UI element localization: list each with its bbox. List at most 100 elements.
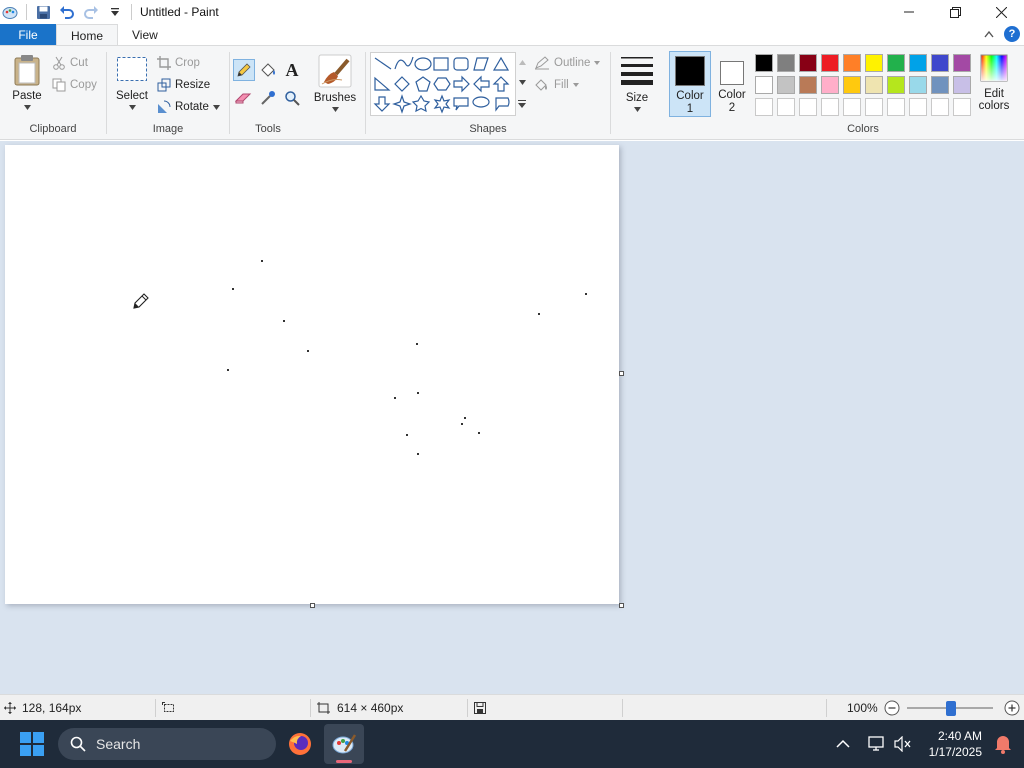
paste-button[interactable]: Paste (8, 54, 46, 110)
restore-button[interactable] (932, 0, 978, 24)
palette-swatch[interactable] (755, 76, 773, 94)
customize-quick-access-icon[interactable] (107, 4, 123, 20)
group-separator (610, 52, 611, 134)
help-icon[interactable]: ? (1004, 26, 1020, 42)
select-button[interactable]: Select (113, 56, 151, 110)
custom-color-slot[interactable] (931, 98, 949, 116)
resize-button[interactable]: Resize (157, 76, 210, 94)
custom-color-slot[interactable] (953, 98, 971, 116)
brushes-button[interactable]: Brushes (311, 54, 359, 112)
color-picker-tool[interactable] (258, 88, 278, 108)
zoom-slider-thumb[interactable] (946, 701, 956, 716)
canvas-dot (417, 392, 419, 394)
taskbar-firefox[interactable] (280, 724, 320, 764)
custom-color-slot[interactable] (755, 98, 773, 116)
notification-bell[interactable] (994, 734, 1012, 757)
tab-file[interactable]: File (0, 24, 56, 46)
network-icon[interactable] (868, 736, 886, 752)
palette-swatch[interactable] (865, 76, 883, 94)
shapes-gallery[interactable] (370, 52, 516, 116)
palette-swatch[interactable] (777, 54, 795, 72)
file-size (474, 695, 486, 721)
show-hidden-icons-icon[interactable] (836, 739, 850, 749)
shapes-scroll[interactable] (516, 52, 528, 116)
eraser-tool[interactable] (234, 88, 254, 108)
zoom-in-icon[interactable] (1004, 700, 1020, 716)
separator (26, 4, 27, 20)
save-icon[interactable] (35, 4, 51, 20)
palette-swatch[interactable] (755, 54, 773, 72)
palette-swatch[interactable] (821, 54, 839, 72)
resize-handle-corner[interactable] (619, 603, 624, 608)
quick-access-toolbar (0, 0, 132, 24)
clock[interactable]: 2:40 AM 1/17/2025 (929, 728, 982, 760)
drawing-canvas[interactable] (5, 145, 619, 604)
palette-swatch[interactable] (843, 76, 861, 94)
custom-color-slot[interactable] (821, 98, 839, 116)
copy-button[interactable]: Copy (52, 76, 97, 94)
dropdown-arrow-icon (633, 107, 641, 112)
palette-swatch[interactable] (821, 76, 839, 94)
taskbar-paint[interactable] (324, 724, 364, 764)
cut-button[interactable]: Cut (52, 54, 88, 72)
selection-size (162, 695, 176, 721)
magnifier-tool[interactable] (282, 88, 302, 108)
scroll-up-icon[interactable] (518, 59, 526, 65)
custom-color-slot[interactable] (777, 98, 795, 116)
palette-swatch[interactable] (953, 76, 971, 94)
palette-swatch[interactable] (865, 54, 883, 72)
color1-button[interactable]: Color 1 (669, 51, 711, 117)
pencil-tool[interactable] (233, 59, 255, 81)
custom-color-slot[interactable] (865, 98, 883, 116)
expand-gallery-icon[interactable] (518, 100, 526, 109)
edit-colors-button[interactable]: Edit colors (975, 54, 1013, 112)
palette-swatch[interactable] (909, 76, 927, 94)
fill-tool[interactable] (258, 60, 278, 80)
text-icon[interactable]: A (282, 59, 302, 81)
palette-swatch[interactable] (931, 54, 949, 72)
palette-swatch[interactable] (931, 76, 949, 94)
zoom-out-icon[interactable] (884, 700, 900, 716)
brushes-label: Brushes (313, 92, 357, 104)
palette-swatch[interactable] (799, 76, 817, 94)
palette-swatch[interactable] (799, 54, 817, 72)
color2-button[interactable]: Color 2 (713, 51, 751, 117)
palette-swatch[interactable] (843, 54, 861, 72)
scroll-down-icon[interactable] (518, 79, 526, 85)
palette-swatch[interactable] (887, 54, 905, 72)
fill-button[interactable]: Fill (534, 76, 579, 94)
windows-logo-icon (20, 732, 44, 756)
palette-swatch[interactable] (777, 76, 795, 94)
tab-home[interactable]: Home (56, 24, 119, 46)
tab-view[interactable]: View (118, 24, 172, 46)
rotate-button[interactable]: Rotate (157, 98, 220, 116)
custom-color-slot[interactable] (799, 98, 817, 116)
custom-color-slot[interactable] (909, 98, 927, 116)
select-rectangle-icon (117, 57, 147, 81)
palette-swatch[interactable] (909, 54, 927, 72)
custom-color-slot[interactable] (843, 98, 861, 116)
start-button[interactable] (12, 724, 52, 764)
image-group: Select Crop Resize Rotate Image (107, 46, 229, 139)
undo-icon[interactable] (59, 4, 75, 20)
crop-button[interactable]: Crop (157, 54, 200, 72)
palette-swatch[interactable] (887, 76, 905, 94)
close-button[interactable] (978, 0, 1024, 24)
paint-app-icon[interactable] (2, 4, 18, 20)
dropdown-arrow-icon (212, 104, 220, 110)
palette-swatch[interactable] (953, 54, 971, 72)
size-button[interactable]: Size (616, 54, 658, 112)
canvas-workspace[interactable] (0, 141, 1024, 694)
minimize-button[interactable] (886, 0, 932, 24)
resize-handle-right[interactable] (619, 371, 624, 376)
outline-label: Outline (554, 57, 591, 69)
volume-muted-icon[interactable] (894, 736, 912, 752)
collapse-ribbon-icon[interactable] (984, 27, 994, 41)
resize-handle-bottom[interactable] (310, 603, 315, 608)
outline-button[interactable]: Outline (534, 54, 601, 72)
title-bar: Untitled - Paint (0, 0, 1024, 24)
custom-color-slot[interactable] (887, 98, 905, 116)
taskbar-search[interactable]: Search (58, 728, 276, 760)
cursor-position-text: 128, 164px (22, 701, 82, 715)
redo-icon[interactable] (83, 4, 99, 20)
